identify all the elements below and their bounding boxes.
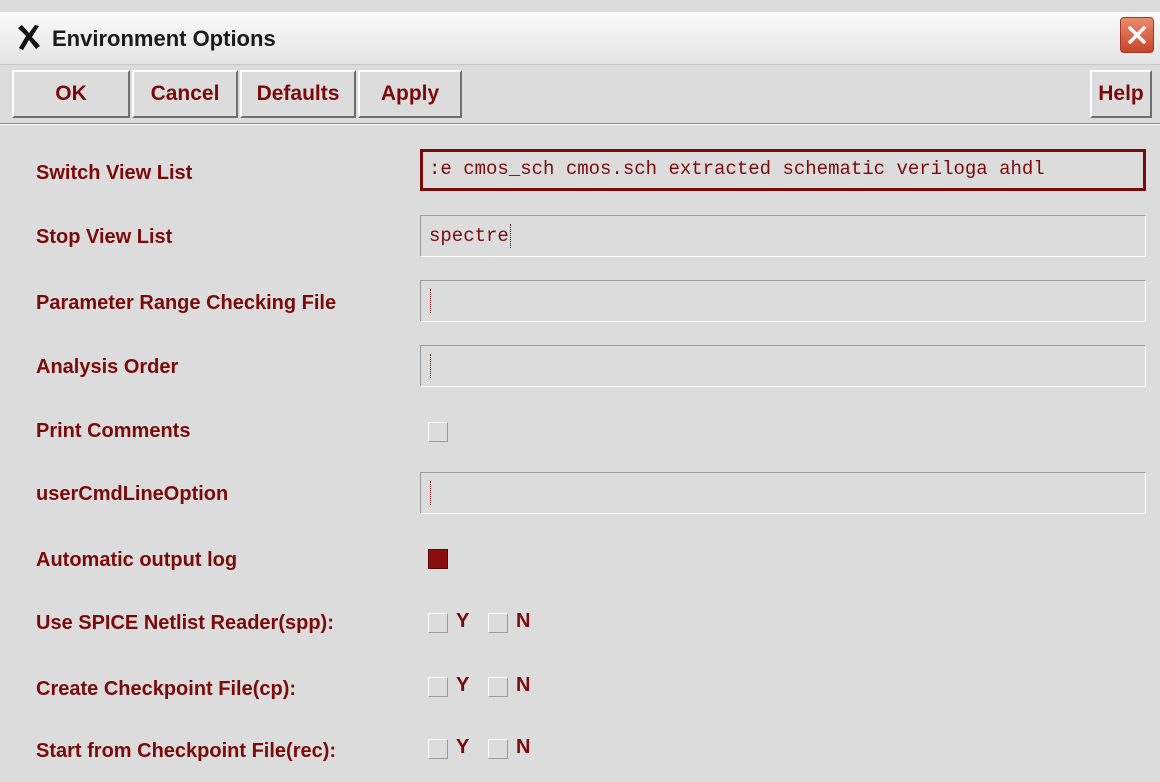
use-spice-reader-label: Use SPICE Netlist Reader(spp):	[36, 612, 334, 634]
start-from-checkpoint-n-label: N	[516, 736, 531, 758]
start-from-checkpoint-y-checkbox[interactable]	[428, 739, 448, 759]
automatic-output-log-checkbox[interactable]	[428, 549, 448, 569]
use-spice-reader-n-checkbox[interactable]	[488, 613, 508, 633]
start-from-checkpoint-y-label: Y	[456, 736, 470, 758]
close-icon	[1128, 26, 1146, 44]
param-range-file-label: Parameter Range Checking File	[36, 292, 337, 314]
use-spice-reader-n-label: N	[516, 610, 531, 632]
create-checkpoint-y-label: Y	[456, 674, 470, 696]
text-cursor	[430, 354, 437, 378]
stop-view-list-label: Stop View List	[36, 226, 173, 248]
analysis-order-label: Analysis Order	[36, 356, 179, 378]
create-checkpoint-n-label: N	[516, 674, 531, 696]
stop-view-list-value: spectre	[429, 225, 509, 248]
param-range-file-input[interactable]	[420, 280, 1146, 322]
apply-button[interactable]: Apply	[358, 70, 462, 118]
ok-button[interactable]: OK	[12, 70, 130, 118]
toolbar-divider	[0, 123, 1160, 125]
create-checkpoint-label: Create Checkpoint File(cp):	[36, 678, 297, 700]
print-comments-checkbox[interactable]	[428, 422, 448, 442]
switch-view-list-value: :e cmos_sch cmos.sch extracted schematic…	[429, 158, 1045, 180]
defaults-button[interactable]: Defaults	[240, 70, 356, 118]
help-button[interactable]: Help	[1090, 70, 1152, 118]
close-x-icon	[14, 20, 42, 56]
toolbar: OK Cancel Defaults Apply Help	[0, 66, 1160, 122]
create-checkpoint-y-checkbox[interactable]	[428, 677, 448, 697]
environment-options-window: Environment Options OK Cancel Defaults A…	[0, 0, 1160, 782]
start-from-checkpoint-n-checkbox[interactable]	[488, 739, 508, 759]
use-spice-reader-y-label: Y	[456, 610, 470, 632]
use-spice-reader-y-checkbox[interactable]	[428, 613, 448, 633]
text-cursor	[430, 289, 437, 313]
switch-view-list-input[interactable]: :e cmos_sch cmos.sch extracted schematic…	[420, 149, 1146, 191]
automatic-output-log-label: Automatic output log	[36, 549, 238, 571]
user-cmd-line-option-label: userCmdLineOption	[36, 483, 229, 505]
analysis-order-input[interactable]	[420, 345, 1146, 387]
user-cmd-line-option-input[interactable]	[420, 472, 1146, 514]
close-button[interactable]	[1120, 17, 1154, 53]
print-comments-label: Print Comments	[36, 420, 191, 442]
text-cursor	[430, 481, 437, 505]
cancel-button[interactable]: Cancel	[132, 70, 238, 118]
stop-view-list-input[interactable]: spectre	[420, 215, 1146, 257]
create-checkpoint-n-checkbox[interactable]	[488, 677, 508, 697]
window-title: Environment Options	[52, 26, 276, 51]
switch-view-list-label: Switch View List	[36, 162, 193, 184]
text-cursor	[509, 224, 517, 248]
start-from-checkpoint-label: Start from Checkpoint File(rec):	[36, 740, 337, 762]
title-bar[interactable]: Environment Options	[0, 12, 1160, 65]
